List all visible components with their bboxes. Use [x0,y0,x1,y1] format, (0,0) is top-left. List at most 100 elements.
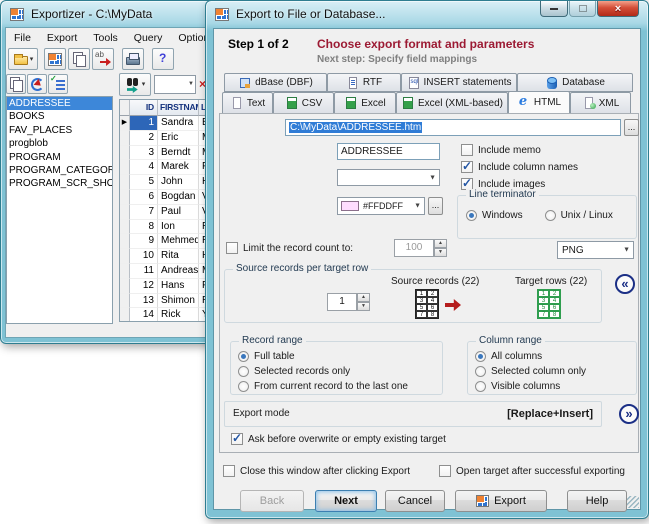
include-memo-label: Include memo [478,145,541,156]
copy-button[interactable] [68,48,90,70]
row-marker [120,249,130,264]
grid-marker-header [120,100,130,116]
replace-button[interactable] [92,48,114,70]
close-after-export-checkbox[interactable] [223,465,235,477]
record-range-group: Record range Full tableSelected records … [230,341,443,395]
spin-down-icon[interactable]: ▼ [357,302,370,311]
file-input[interactable]: C:\MyData\ADDRESSEE.htm [285,119,621,136]
tab-excel-xml-based[interactable]: Excel (XML-based) [396,92,508,113]
tab-insert-statements[interactable]: INSERT statements [401,73,517,92]
table-item-progblob[interactable]: progblob [7,137,112,150]
resize-grip[interactable] [627,496,639,508]
document-title-input[interactable]: ADDRESSEE [337,143,440,160]
record-range-options: Full table Selected records only From curr… [238,351,408,396]
include-memo-checkbox[interactable] [461,144,473,156]
tab-excel[interactable]: Excel [334,92,396,113]
table-item-books[interactable]: BOOKS [7,110,112,123]
find-button[interactable]: ▾ [119,73,151,96]
radio-option-selected-records-only[interactable]: Selected records only [238,366,408,377]
tab-xml[interactable]: XML [570,92,631,113]
open-after-export-option[interactable]: Open target after successful exporting [439,465,625,477]
include-column-names-checkbox[interactable] [461,161,473,173]
radio-windows[interactable] [466,210,477,221]
per-row-spinner[interactable]: 1 ▲▼ [327,293,370,311]
cell-id: 1 [130,116,158,131]
radio-option-windows[interactable]: Windows [466,210,523,221]
radio-option-full-table[interactable]: Full table [238,351,408,362]
spin-up-icon[interactable]: ▲ [434,239,447,248]
radio-all-columns[interactable] [475,351,486,362]
include-memo-option[interactable]: Include memo [461,144,541,156]
radio-unix-linux[interactable] [545,210,556,221]
include-column-names-option[interactable]: Include column names [461,161,578,173]
line-terminator-label: Line terminator [466,189,539,200]
tab-html[interactable]: HTML [508,91,570,113]
row-marker [120,234,130,249]
radio-option-from-current-record-to-the-last-one[interactable]: From current record to the last one [238,381,408,392]
tab-database[interactable]: Database [517,73,633,92]
next-button[interactable]: Next [315,490,377,512]
menu-query[interactable]: Query [126,29,171,47]
open-after-export-checkbox[interactable] [439,465,451,477]
help-button[interactable]: Help [567,490,627,512]
radio-option-all-columns[interactable]: All columns [475,351,586,362]
open-folder-button[interactable]: ▾ [8,48,38,70]
table-item-program[interactable]: PROGRAM [7,151,112,164]
radio-option-visible-columns[interactable]: Visible columns [475,381,586,392]
record-limit-spinner[interactable]: 100 ▲▼ [394,239,447,257]
export-button[interactable]: Export [455,490,547,512]
menu-file[interactable]: File [6,29,39,47]
table-item-addressee[interactable]: ADDRESSEE [7,97,112,110]
search-combo[interactable]: ▼ [154,75,196,94]
tab-text[interactable]: Text [222,92,273,113]
minimize-button[interactable] [540,1,568,17]
column-header-id[interactable]: ID [130,100,158,116]
refresh-button[interactable] [27,74,47,94]
tab-csv[interactable]: CSV [273,92,334,113]
radio-selected-records-only[interactable] [238,366,249,377]
radio-option-unix-linux[interactable]: Unix / Linux [545,210,613,221]
export-mode-expand-button[interactable]: » [619,404,639,424]
menu-export[interactable]: Export [39,29,85,47]
limit-record-count-option[interactable]: Limit the record count to: [226,242,353,254]
ask-before-overwrite-checkbox[interactable] [231,433,243,445]
app-grid-button[interactable] [44,48,66,70]
wizard-header: Step 1 of 2 Choose export format and par… [214,29,640,73]
tab-label: XML [599,98,620,109]
cancel-button[interactable]: Cancel [385,490,445,512]
target-image-format-combo[interactable]: PNG ▼ [557,241,634,259]
alternate-row-color-combo[interactable]: #FFDDFF ▼ [337,197,425,215]
ask-before-overwrite-option[interactable]: Ask before overwrite or empty existing t… [231,433,446,445]
checklist-button[interactable] [48,74,68,94]
color-browse-button[interactable]: ... [428,197,443,215]
table-item-fav-places[interactable]: FAV_PLACES [7,124,112,137]
copy-button[interactable] [6,74,26,94]
next-button-label: Next [334,495,358,507]
back-button[interactable]: Back [240,490,304,512]
radio-option-selected-column-only[interactable]: Selected column only [475,366,586,377]
spin-up-icon[interactable]: ▲ [357,293,370,302]
limit-record-count-checkbox[interactable] [226,242,238,254]
close-after-export-option[interactable]: Close this window after clicking Export [223,465,410,477]
column-header-firstname[interactable]: FIRSTNAME [158,100,199,116]
tab-dbase-dbf[interactable]: dBase (DBF) [224,73,327,92]
print-button[interactable] [122,48,144,70]
encoding-combo[interactable]: ▼ [337,169,440,186]
table-item-program-category[interactable]: PROGRAM_CATEGORY [7,164,112,177]
grid-cell: 1 [538,290,549,297]
radio-visible-columns[interactable] [475,381,486,392]
close-button[interactable]: × [597,1,639,17]
grid-cell: 5 [416,304,427,311]
tab-rtf[interactable]: RTF [327,73,401,92]
maximize-button[interactable] [569,1,596,17]
radio-full-table[interactable] [238,351,249,362]
table-item-program-scr-shot[interactable]: PROGRAM_SCR_SHOT [7,177,112,190]
help-button[interactable] [152,48,174,70]
grid-cell: 5 [538,304,549,311]
spin-down-icon[interactable]: ▼ [434,248,447,257]
menu-tools[interactable]: Tools [85,29,126,47]
file-browse-button[interactable]: ... [624,119,639,136]
collapse-button[interactable]: « [615,274,635,294]
radio-from-current-record-to-the-last-one[interactable] [238,381,249,392]
radio-selected-column-only[interactable] [475,366,486,377]
